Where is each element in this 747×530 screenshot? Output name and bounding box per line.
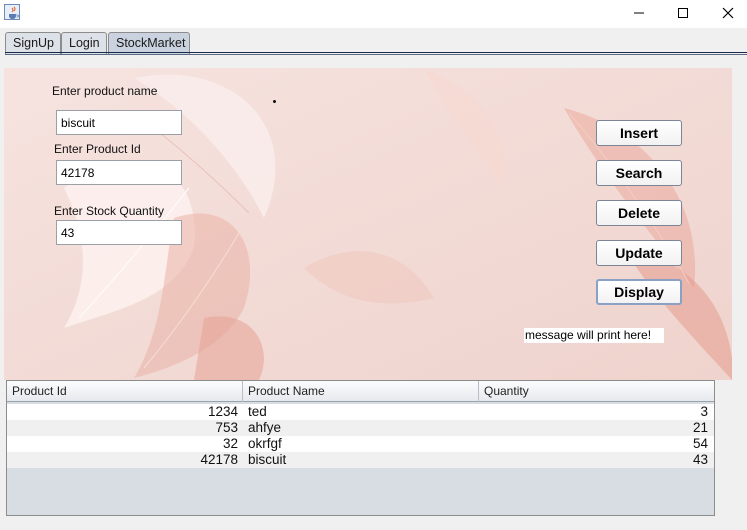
cell-quantity: 54 <box>692 436 708 451</box>
tab-underline <box>5 52 747 55</box>
table-row[interactable]: 1234 ted 3 <box>7 404 714 420</box>
column-header-product-id[interactable]: Product Id <box>7 381 243 402</box>
product-id-input[interactable] <box>56 160 182 185</box>
stock-quantity-input[interactable] <box>56 220 182 245</box>
maximize-button[interactable] <box>660 0 706 26</box>
cell-product-id: 42178 <box>200 452 238 467</box>
product-name-input[interactable] <box>56 110 182 135</box>
title-bar <box>0 0 747 28</box>
cell-product-id: 32 <box>222 436 238 451</box>
cell-product-id: 1234 <box>207 404 238 419</box>
stock-quantity-label: Enter Stock Quantity <box>54 204 165 218</box>
cell-quantity: 43 <box>692 452 708 467</box>
tab-login[interactable]: Login <box>61 32 107 54</box>
maximize-icon <box>678 8 688 18</box>
insert-button[interactable]: Insert <box>596 120 682 146</box>
tab-stockmarket[interactable]: StockMarket <box>108 32 190 54</box>
cell-quantity: 21 <box>692 420 708 435</box>
cell-product-name: ted <box>248 404 267 419</box>
close-button[interactable] <box>705 0 747 26</box>
cell-product-id: 753 <box>215 420 238 435</box>
delete-button[interactable]: Delete <box>596 200 682 226</box>
stray-dot <box>273 100 276 103</box>
table-body: 1234 ted 3 753 ahfye 21 32 okrfgf 54 421… <box>7 404 714 468</box>
column-header-product-name[interactable]: Product Name <box>243 381 479 402</box>
cell-product-name: biscuit <box>248 452 287 467</box>
minimize-button[interactable] <box>616 0 662 26</box>
table-header: Product Id Product Name Quantity <box>7 381 714 402</box>
update-button[interactable]: Update <box>596 240 682 266</box>
cell-product-name: okrfgf <box>248 436 282 451</box>
table-row[interactable]: 42178 biscuit 43 <box>7 452 714 468</box>
display-button[interactable]: Display <box>596 279 682 305</box>
tab-bar: SignUp Login StockMarket <box>0 28 747 55</box>
cell-quantity: 3 <box>700 404 708 419</box>
cell-product-name: ahfye <box>248 420 282 435</box>
java-cup-icon <box>4 4 20 20</box>
status-message: message will print here! <box>524 328 664 343</box>
table-row[interactable]: 753 ahfye 21 <box>7 420 714 436</box>
search-button[interactable]: Search <box>596 160 682 186</box>
tab-signup[interactable]: SignUp <box>5 32 61 54</box>
column-header-quantity[interactable]: Quantity <box>479 381 714 402</box>
product-id-label: Enter Product Id <box>54 142 141 156</box>
product-table[interactable]: Product Id Product Name Quantity 1234 te… <box>6 380 715 516</box>
product-name-label: Enter product name <box>52 84 158 98</box>
minimize-icon <box>634 12 644 14</box>
close-icon <box>722 7 734 19</box>
stock-form-panel: Enter product name Enter Product Id Ente… <box>4 68 732 380</box>
table-row[interactable]: 32 okrfgf 54 <box>7 436 714 452</box>
